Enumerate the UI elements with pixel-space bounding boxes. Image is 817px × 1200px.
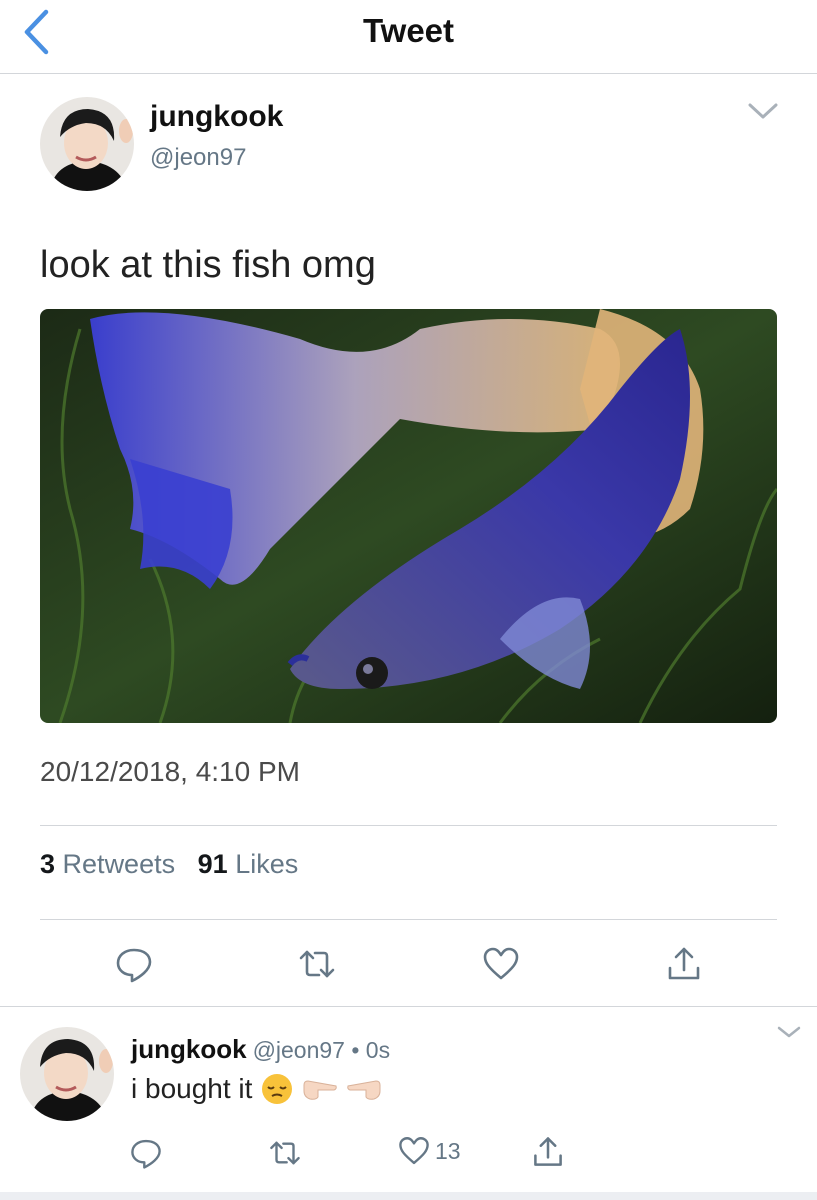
pointing-right-hand-emoji-icon	[303, 1080, 338, 1100]
retweet-icon[interactable]	[297, 944, 337, 984]
reply-icon[interactable]	[114, 944, 154, 984]
reply-author-name: jungkook @jeon97 • 0s	[131, 1034, 390, 1065]
chevron-down-icon[interactable]	[746, 100, 780, 122]
like-heart-icon[interactable]	[397, 1134, 431, 1168]
avatar[interactable]	[40, 97, 134, 191]
reply-text-row: i bought it	[131, 1072, 382, 1106]
tweet-image[interactable]	[40, 309, 777, 723]
author-handle[interactable]: @jeon97	[150, 144, 246, 172]
likes-count[interactable]: 91	[198, 849, 228, 879]
pensive-face-emoji-icon	[262, 1074, 293, 1104]
tweet-timestamp: 20/12/2018, 4:10 PM	[40, 756, 300, 787]
chevron-down-icon[interactable]	[776, 1024, 802, 1040]
page-title: Tweet	[362, 12, 455, 49]
reply-like-action[interactable]: 13	[397, 1134, 461, 1168]
reply-icon[interactable]	[129, 1136, 163, 1170]
reply-likes-count: 13	[435, 1137, 461, 1164]
author-name[interactable]: jungkook	[150, 100, 283, 134]
divider	[0, 1006, 817, 1007]
tweet-text: look at this fish omg	[40, 244, 376, 286]
retweets-count[interactable]: 3	[40, 849, 55, 879]
divider	[40, 825, 777, 826]
share-icon[interactable]	[664, 944, 704, 984]
divider	[40, 919, 777, 920]
reply-handle[interactable]: @jeon97 • 0s	[253, 1037, 391, 1063]
bottom-strip	[0, 1192, 817, 1200]
reply-name[interactable]: jungkook	[131, 1034, 247, 1064]
retweets-label[interactable]: Retweets	[63, 849, 176, 879]
pointing-left-hand-emoji-icon	[347, 1080, 381, 1100]
likes-label[interactable]: Likes	[235, 849, 298, 879]
retweet-icon[interactable]	[268, 1136, 302, 1170]
share-icon[interactable]	[530, 1134, 566, 1170]
avatar[interactable]	[20, 1027, 114, 1121]
like-heart-icon[interactable]	[481, 944, 521, 984]
reply-text: i bought it	[131, 1073, 253, 1104]
engagement-stats: 3 Retweets 91 Likes	[40, 849, 298, 880]
